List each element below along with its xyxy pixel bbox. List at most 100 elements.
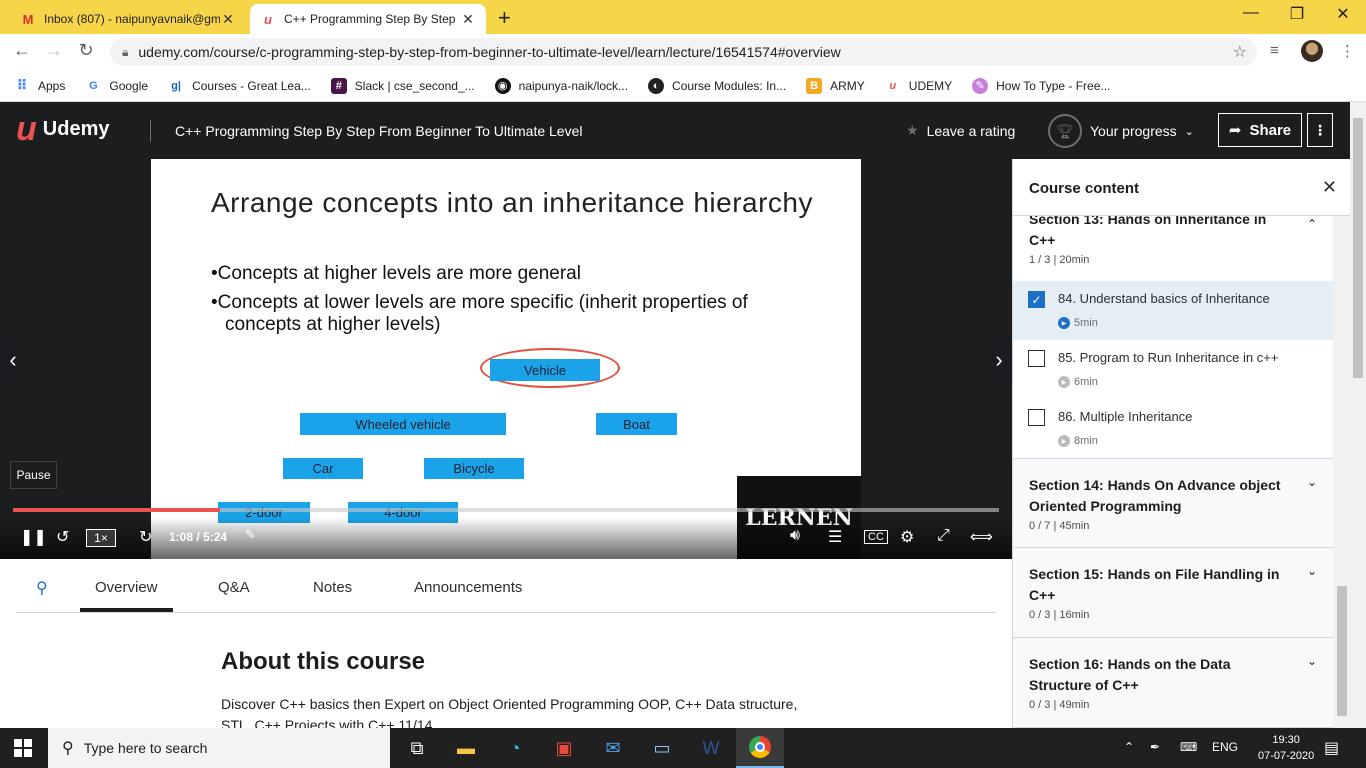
reload-icon[interactable]: ↻: [74, 40, 98, 61]
header-divider: [150, 120, 151, 142]
lecture-item[interactable]: 86. Multiple Inheritance ▶ 8min: [1013, 399, 1333, 458]
bookmark-courses[interactable]: g| Courses - Great Lea...: [168, 78, 311, 94]
new-tab-button[interactable]: +: [498, 5, 511, 31]
close-icon[interactable]: ✕: [1322, 177, 1337, 198]
chevron-down-icon: ⌄: [1184, 125, 1194, 138]
notifications-icon[interactable]: ▤: [1324, 738, 1339, 758]
chrome-taskbar-icon[interactable]: [736, 728, 784, 768]
tab-qa[interactable]: Q&A: [203, 579, 265, 608]
bookmark-github[interactable]: ◉ naipunya-naik/lock...: [494, 77, 628, 94]
lecture-item[interactable]: 85. Program to Run Inheritance in c++ ▶ 6…: [1013, 340, 1333, 399]
word-icon[interactable]: W: [687, 728, 735, 768]
about-heading: About this course: [221, 648, 426, 675]
reading-list-icon[interactable]: ≡: [1270, 42, 1279, 59]
scrollbar-thumb[interactable]: [1353, 118, 1363, 378]
close-window-button[interactable]: ✕: [1320, 4, 1366, 24]
language-indicator[interactable]: ENG: [1212, 740, 1238, 754]
bookmark-google[interactable]: G Google: [85, 78, 148, 94]
more-options-icon[interactable]: ⋮: [1307, 113, 1333, 147]
section-header-14[interactable]: Section 14: Hands On Advance object Orie…: [1013, 458, 1333, 548]
edge-browser-icon[interactable]: ◔: [491, 728, 539, 768]
slack-icon: #: [330, 77, 347, 94]
play-icon: ▶: [1058, 376, 1070, 388]
chrome-menu-icon[interactable]: ⋮: [1340, 42, 1355, 60]
file-explorer-icon[interactable]: ▬: [442, 728, 490, 768]
bookmark-course-modules[interactable]: ◐ Course Modules: In...: [648, 77, 786, 94]
expand-view-icon[interactable]: ⟺: [970, 527, 993, 547]
gift-icon[interactable]: ▣: [540, 728, 588, 768]
settings-gear-icon[interactable]: ⚙: [900, 527, 914, 547]
bookmark-typing[interactable]: ✎ How To Type - Free...: [972, 77, 1110, 94]
close-tab-icon[interactable]: ✕: [460, 11, 476, 28]
chevron-up-icon: ⌃: [1306, 217, 1317, 231]
address-bar[interactable]: 🔒︎ udemy.com/course/c-programming-step-b…: [110, 38, 1257, 66]
tab-gmail[interactable]: M Inbox (807) - naipunyavnaik@gm ✕: [10, 4, 246, 34]
fullscreen-icon[interactable]: ⤢: [937, 527, 950, 545]
keyboard-icon[interactable]: ⌨: [1180, 740, 1197, 754]
profile-avatar[interactable]: [1301, 40, 1323, 62]
lecture-duration: ▶ 6min: [1058, 376, 1098, 388]
lecture-checkbox[interactable]: ✓: [1028, 291, 1045, 308]
network-app-icon[interactable]: ▭: [638, 728, 686, 768]
udemy-logo[interactable]: u Udemy: [16, 112, 109, 146]
captions-icon[interactable]: CC: [864, 530, 888, 544]
page-scrollbar[interactable]: [1350, 102, 1366, 728]
bookmark-udemy[interactable]: u UDEMY: [885, 78, 952, 94]
bookmark-apps[interactable]: ⠿ Apps: [14, 77, 66, 94]
share-icon: ➦: [1228, 122, 1242, 139]
windows-start-icon[interactable]: [14, 739, 32, 757]
next-lecture-arrow[interactable]: ›: [986, 337, 1012, 383]
back-icon[interactable]: ←: [10, 40, 34, 61]
transcript-icon[interactable]: ☰: [828, 527, 842, 547]
bookmark-army[interactable]: B ARMY: [806, 77, 865, 94]
lecture-item[interactable]: ✓ 84. Understand basics of Inheritance ▶…: [1013, 281, 1333, 340]
lecture-checkbox[interactable]: [1028, 350, 1045, 367]
taskbar-clock[interactable]: 19:30 07-07-2020: [1258, 732, 1314, 764]
close-tab-icon[interactable]: ✕: [220, 11, 236, 28]
forward-icon[interactable]: →: [42, 40, 66, 61]
tab-notes[interactable]: Notes: [298, 579, 367, 608]
section-header-15[interactable]: Section 15: Hands on File Handling in C+…: [1013, 548, 1333, 638]
progress-scrubber[interactable]: [13, 508, 999, 512]
slide-bullet: •Concepts at higher levels are more gene…: [211, 263, 581, 284]
pause-icon[interactable]: ❚❚: [20, 527, 47, 547]
search-icon[interactable]: ⚲: [36, 578, 48, 598]
forward-icon[interactable]: ↻: [139, 527, 152, 547]
slide-bullet: •Concepts at lower levels are more speci…: [211, 292, 748, 335]
lock-icon: 🔒︎: [122, 44, 129, 59]
restore-button[interactable]: ❐: [1274, 4, 1320, 24]
video-player[interactable]: Arrange concepts into an inheritance hie…: [0, 159, 1012, 559]
add-note-icon[interactable]: ✎: [245, 527, 256, 543]
lecture-duration: ▶ 8min: [1058, 435, 1098, 447]
previous-lecture-arrow[interactable]: ‹: [0, 337, 26, 383]
tab-announcements[interactable]: Announcements: [399, 579, 537, 608]
player-controls: ❚❚ ↺ 1× ↻ 1:08 / 5:24 ✎ 🔊︎ ☰ CC ⚙ ⤢ ⟺: [0, 517, 1012, 559]
pen-icon[interactable]: ✒: [1150, 740, 1160, 754]
minimize-button[interactable]: —: [1228, 4, 1274, 22]
tab-overview[interactable]: Overview: [80, 579, 173, 612]
bookmark-star-icon[interactable]: ☆: [1233, 42, 1247, 62]
rewind-icon[interactable]: ↺: [56, 527, 69, 547]
udemy-header: u Udemy C++ Programming Step By Step Fro…: [0, 102, 1350, 159]
sidebar-scrollbar[interactable]: [1333, 216, 1350, 728]
lecture-checkbox[interactable]: [1028, 409, 1045, 426]
course-content-sidebar: Course content ✕ Section 13: Hands on In…: [1012, 159, 1350, 728]
task-view-icon[interactable]: ⧉: [393, 728, 441, 768]
mail-icon[interactable]: ✉: [589, 728, 637, 768]
taskbar-search-box[interactable]: ⚲ Type here to search: [48, 728, 390, 768]
scrollbar-thumb[interactable]: [1337, 586, 1347, 716]
diagram-box-bicycle: Bicycle: [424, 458, 524, 479]
section-header-16[interactable]: Section 16: Hands on the Data Structure …: [1013, 638, 1333, 728]
volume-icon[interactable]: 🔊︎: [790, 527, 800, 545]
lecture-title: 86. Multiple Inheritance: [1058, 409, 1193, 424]
tab-udemy[interactable]: u C++ Programming Step By Step ✕: [250, 4, 486, 34]
leave-rating-button[interactable]: ★ Leave a rating: [906, 122, 1015, 139]
playback-speed-button[interactable]: 1×: [86, 529, 116, 547]
duration-text: 8min: [1074, 435, 1098, 447]
chevron-up-icon[interactable]: ⌃: [1124, 740, 1134, 754]
course-title[interactable]: C++ Programming Step By Step From Beginn…: [175, 123, 582, 139]
your-progress-button[interactable]: 🏆︎ Your progress ⌄: [1048, 114, 1194, 148]
share-label: Share: [1249, 121, 1292, 139]
bookmark-slack[interactable]: # Slack | cse_second_...: [330, 77, 475, 94]
share-button[interactable]: ➦ Share: [1218, 113, 1302, 147]
